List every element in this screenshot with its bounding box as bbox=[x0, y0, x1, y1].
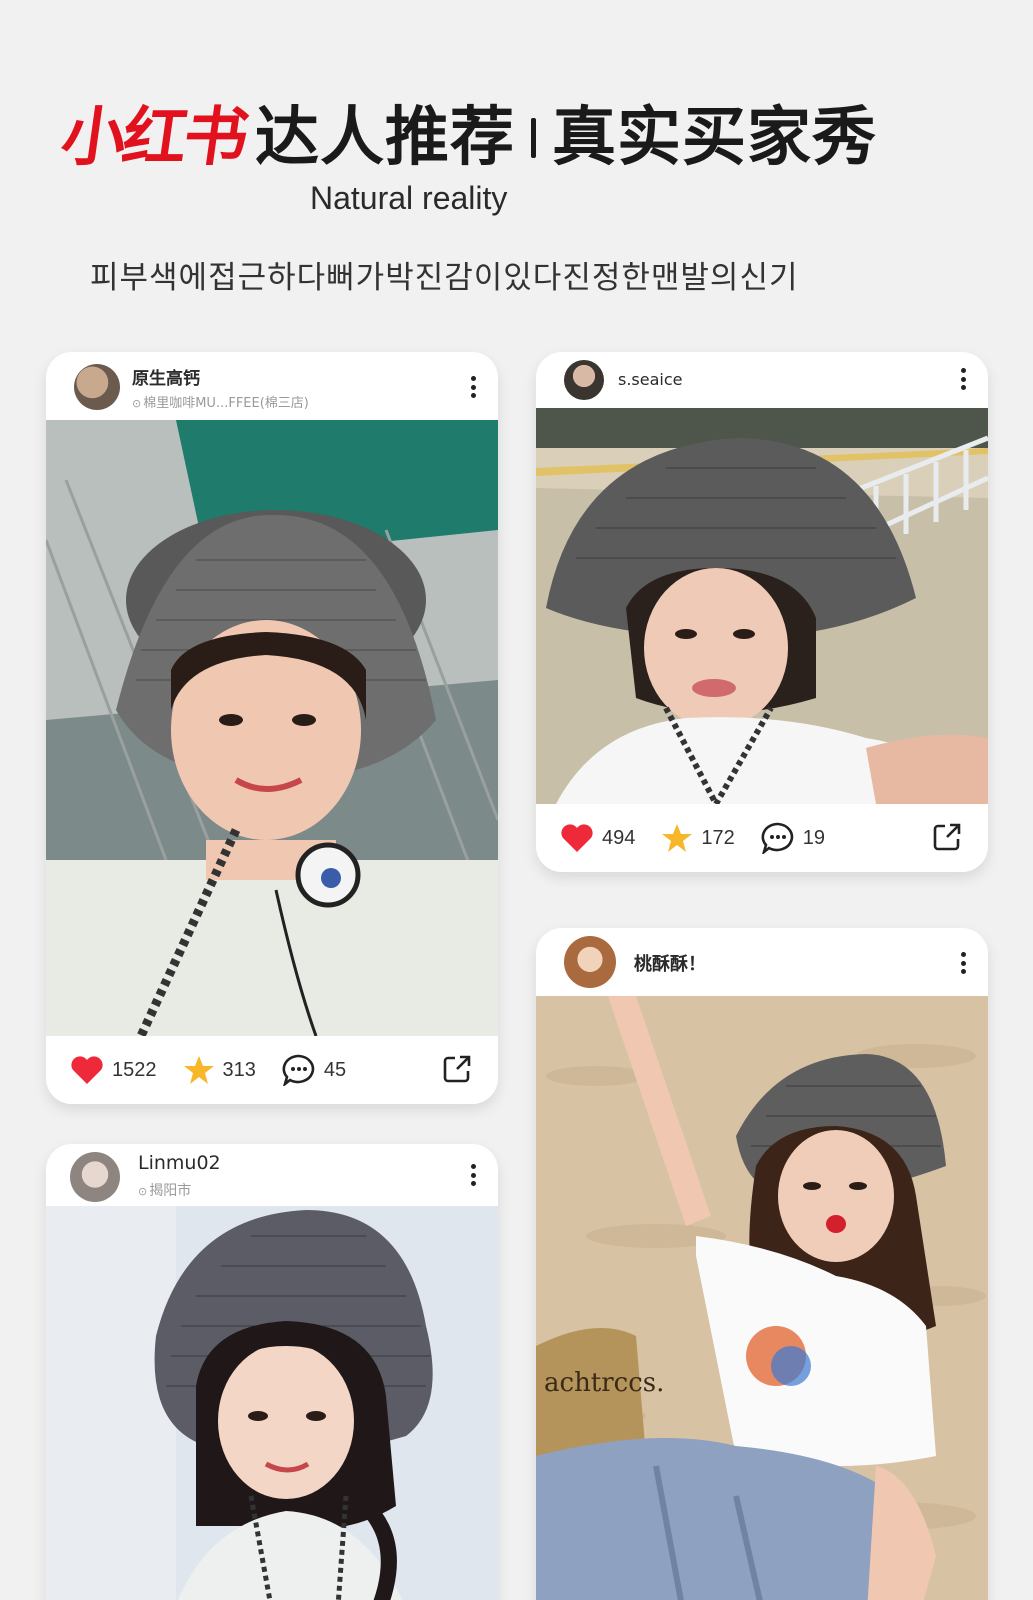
star-count: 172 bbox=[701, 826, 735, 849]
location-label: ⊙ 棉里咖啡MU...FFEE(棉三店) bbox=[132, 396, 309, 411]
location-pin-icon: ⊙ bbox=[138, 1185, 148, 1198]
brand-logo: 小红书 bbox=[56, 101, 251, 175]
post-card-3[interactable]: 桃酥酥！ achtrccs. bbox=[536, 928, 988, 1600]
username[interactable]: 原生高钙 bbox=[132, 364, 200, 389]
more-options-icon[interactable] bbox=[470, 376, 476, 398]
like-count: 494 bbox=[602, 826, 636, 849]
like-count: 1522 bbox=[112, 1058, 157, 1081]
post-header: s.seaice bbox=[536, 352, 988, 408]
more-options-icon[interactable] bbox=[960, 952, 966, 974]
avatar[interactable] bbox=[564, 936, 616, 988]
avatar[interactable] bbox=[564, 360, 604, 400]
post-card-1[interactable]: 原生高钙 ⊙ 棉里咖啡MU...FFEE(棉三店) 1522 313 45 bbox=[46, 352, 498, 1104]
hero-title-left: 达人推荐 bbox=[255, 101, 515, 175]
post-photo[interactable]: achtrccs. bbox=[536, 996, 988, 1600]
bag-print: achtrccs. bbox=[544, 1368, 664, 1398]
location-label: ⊙ 揭阳市 bbox=[138, 1183, 192, 1199]
like-stat[interactable]: 494 bbox=[560, 823, 635, 853]
post-photo[interactable] bbox=[536, 408, 988, 804]
post-header: 桃酥酥！ bbox=[536, 928, 988, 996]
hero-subtitle: Natural reality bbox=[310, 180, 508, 216]
star-icon[interactable] bbox=[183, 1055, 215, 1085]
location-pin-icon: ⊙ bbox=[132, 397, 142, 410]
photo-illustration bbox=[46, 1206, 498, 1600]
heart-icon[interactable] bbox=[70, 1055, 104, 1085]
username[interactable]: Linmu02 bbox=[138, 1152, 221, 1174]
photo-illustration: achtrccs. bbox=[536, 996, 988, 1600]
post-card-2[interactable]: s.seaice 494 172 19 bbox=[536, 352, 988, 872]
heart-icon[interactable] bbox=[560, 823, 594, 853]
avatar[interactable] bbox=[74, 364, 120, 410]
username[interactable]: s.seaice bbox=[618, 370, 683, 389]
avatar[interactable] bbox=[70, 1152, 120, 1202]
post-photo[interactable] bbox=[46, 1206, 498, 1600]
comment-count: 45 bbox=[323, 1058, 347, 1081]
post-card-4[interactable]: Linmu02 ⊙ 揭阳市 bbox=[46, 1144, 498, 1600]
like-stat[interactable]: 1522 bbox=[70, 1055, 157, 1085]
star-stat[interactable]: 313 bbox=[183, 1055, 256, 1085]
comment-stat[interactable]: 45 bbox=[282, 1054, 346, 1086]
hero-separator bbox=[531, 118, 536, 158]
star-icon[interactable] bbox=[661, 823, 693, 853]
more-options-icon[interactable] bbox=[470, 1164, 476, 1186]
username[interactable]: 桃酥酥！ bbox=[634, 950, 706, 976]
comment-icon[interactable] bbox=[282, 1054, 316, 1086]
post-photo[interactable] bbox=[46, 420, 498, 1036]
post-actions: 1522 313 45 bbox=[46, 1036, 498, 1104]
post-actions: 494 172 19 bbox=[536, 804, 988, 872]
photo-illustration bbox=[536, 408, 988, 804]
star-stat[interactable]: 172 bbox=[661, 823, 735, 853]
comment-count: 19 bbox=[802, 826, 825, 849]
photo-illustration bbox=[46, 420, 498, 1036]
hero-title-right: 真实买家秀 bbox=[552, 101, 877, 175]
post-header: 原生高钙 ⊙ 棉里咖啡MU...FFEE(棉三店) bbox=[46, 352, 498, 420]
comment-icon[interactable] bbox=[761, 822, 795, 854]
post-header: Linmu02 ⊙ 揭阳市 bbox=[46, 1144, 498, 1206]
more-options-icon[interactable] bbox=[960, 368, 966, 390]
comment-stat[interactable]: 19 bbox=[761, 822, 825, 854]
hero-korean-line: 피부색에접근하다뻐가박진감이있다진정한맨발의신기 bbox=[90, 260, 799, 296]
share-icon[interactable] bbox=[442, 1054, 472, 1084]
hero-title: 小红书 达人推荐 真实买家秀 bbox=[57, 100, 877, 176]
share-icon[interactable] bbox=[932, 822, 962, 852]
star-count: 313 bbox=[222, 1058, 256, 1081]
